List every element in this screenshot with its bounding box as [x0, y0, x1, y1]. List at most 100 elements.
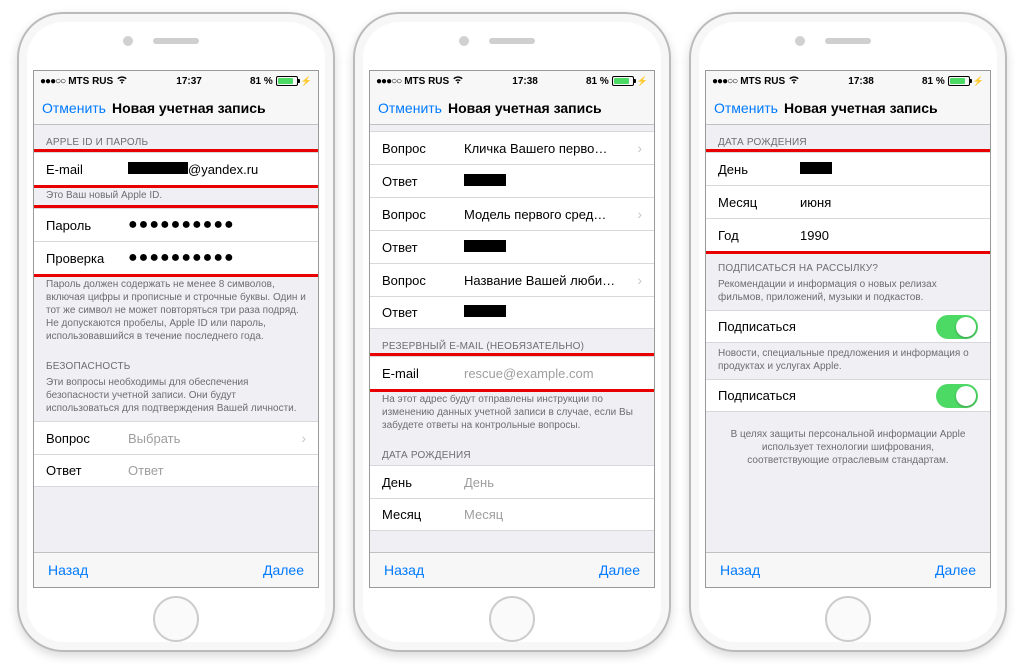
day-cell[interactable]: День День [370, 465, 654, 498]
chevron-right-icon: › [637, 206, 642, 222]
nav-bar: Отменить Новая учетная запись [370, 91, 654, 125]
camera-dot [795, 36, 805, 46]
phone-mockup-1: ●●●○○ MTS RUS 17:37 81 % ⚡ Отменить Нова… [17, 12, 335, 652]
carrier: MTS RUS [68, 76, 113, 87]
year-cell[interactable]: Год 1990 [706, 218, 990, 251]
battery-pct: 81 % [250, 76, 273, 87]
back-button[interactable]: Назад [720, 562, 760, 578]
section-appleid: APPLE ID И ПАРОЛЬ [34, 125, 318, 152]
footer-bar: Назад Далее [706, 552, 990, 587]
answer-label: Ответ [46, 463, 128, 478]
question3-cell[interactable]: Вопрос Название Вашей люби… › [370, 263, 654, 296]
nav-bar: Отменить Новая учетная запись [706, 91, 990, 125]
charging-icon: ⚡ [637, 76, 648, 87]
cancel-button[interactable]: Отменить [378, 100, 442, 116]
cancel-button[interactable]: Отменить [42, 100, 106, 116]
battery-pct: 81 % [586, 76, 609, 87]
subscribe-2-cell: Подписаться [706, 379, 990, 412]
cancel-button[interactable]: Отменить [714, 100, 778, 116]
signal-icon: ●●●○○ [712, 76, 737, 87]
privacy-footer: В целях защиты персональной информации A… [706, 412, 990, 483]
charging-icon: ⚡ [301, 76, 312, 87]
section-subscribe: ПОДПИСАТЬСЯ НА РАССЫЛКУ? [706, 251, 990, 278]
charging-icon: ⚡ [973, 76, 984, 87]
section-dob: ДАТА РОЖДЕНИЯ [706, 125, 990, 152]
day-cell[interactable]: День [706, 152, 990, 185]
home-button[interactable] [153, 596, 199, 642]
password-cell[interactable]: Пароль ●●●●●●●●●● [34, 208, 318, 241]
answer1-cell[interactable]: Ответ [370, 164, 654, 197]
camera-dot [459, 36, 469, 46]
chevron-right-icon: › [637, 272, 642, 288]
home-button[interactable] [825, 596, 871, 642]
content: APPLE ID И ПАРОЛЬ E-mail @yandex.ru Это … [34, 125, 318, 552]
screen-3: ●●●○○ MTS RUS 17:38 81 % ⚡ Отменить Нова… [705, 70, 991, 588]
footer-bar: Назад Далее [370, 552, 654, 587]
wifi-icon [452, 75, 464, 87]
month-cell[interactable]: Месяц июня [706, 185, 990, 218]
status-bar: ●●●○○ MTS RUS 17:38 81 % ⚡ [370, 71, 654, 91]
section-security: БЕЗОПАСНОСТЬ [34, 349, 318, 376]
appleid-footer: Это Ваш новый Apple ID. [34, 185, 318, 208]
password-footer: Пароль должен содержать не менее 8 симво… [34, 274, 318, 349]
rescue-email-cell[interactable]: E-mail rescue@example.com [370, 356, 654, 389]
wifi-icon [788, 75, 800, 87]
status-bar: ●●●○○ MTS RUS 17:37 81 % ⚡ [34, 71, 318, 91]
camera-dot [123, 36, 133, 46]
carrier: MTS RUS [404, 76, 449, 87]
signal-icon: ●●●○○ [40, 76, 65, 87]
speaker [489, 38, 535, 44]
time: 17:37 [176, 76, 202, 87]
wifi-icon [116, 75, 128, 87]
time: 17:38 [512, 76, 538, 87]
content: ДАТА РОЖДЕНИЯ День Месяц июня Год 1990 П… [706, 125, 990, 552]
phone-mockup-2: ●●●○○ MTS RUS 17:38 81 % ⚡ Отменить Нова… [353, 12, 671, 652]
speaker [825, 38, 871, 44]
screen-2: ●●●○○ MTS RUS 17:38 81 % ⚡ Отменить Нова… [369, 70, 655, 588]
home-button[interactable] [489, 596, 535, 642]
next-button[interactable]: Далее [935, 562, 976, 578]
sub-footer2: Новости, специальные предложения и инфор… [706, 343, 990, 379]
screen-1: ●●●○○ MTS RUS 17:37 81 % ⚡ Отменить Нова… [33, 70, 319, 588]
battery-icon [948, 76, 970, 86]
subscribe-1-cell: Подписаться [706, 310, 990, 343]
status-bar: ●●●○○ MTS RUS 17:38 81 % ⚡ [706, 71, 990, 91]
nav-bar: Отменить Новая учетная запись [34, 91, 318, 125]
email-value: @yandex.ru [128, 162, 306, 177]
email-label: E-mail [46, 162, 128, 177]
email-cell[interactable]: E-mail @yandex.ru [34, 152, 318, 185]
phone-mockup-3: ●●●○○ MTS RUS 17:38 81 % ⚡ Отменить Нова… [689, 12, 1007, 652]
answer2-cell[interactable]: Ответ [370, 230, 654, 263]
security-footer: Эти вопросы необходимы для обеспечения б… [34, 376, 318, 421]
battery-pct: 81 % [922, 76, 945, 87]
verify-value: ●●●●●●●●●● [128, 250, 306, 266]
question1-cell[interactable]: Вопрос Кличка Вашего перво… › [370, 131, 654, 164]
back-button[interactable]: Назад [384, 562, 424, 578]
section-dob: ДАТА РОЖДЕНИЯ [370, 438, 654, 465]
subscribe-toggle-1[interactable] [936, 315, 978, 339]
password-value: ●●●●●●●●●● [128, 217, 306, 233]
chevron-right-icon: › [301, 430, 306, 446]
password-label: Пароль [46, 218, 128, 233]
content: Вопрос Кличка Вашего перво… › Ответ Вопр… [370, 125, 654, 552]
verify-label: Проверка [46, 251, 128, 266]
battery-icon [276, 76, 298, 86]
subscribe-toggle-2[interactable] [936, 384, 978, 408]
answer3-cell[interactable]: Ответ [370, 296, 654, 329]
answer-ph: Ответ [128, 463, 306, 478]
page-title: Новая учетная запись [448, 100, 602, 116]
verify-cell[interactable]: Проверка ●●●●●●●●●● [34, 241, 318, 274]
answer-cell[interactable]: Ответ Ответ [34, 454, 318, 487]
back-button[interactable]: Назад [48, 562, 88, 578]
next-button[interactable]: Далее [599, 562, 640, 578]
carrier: MTS RUS [740, 76, 785, 87]
next-button[interactable]: Далее [263, 562, 304, 578]
question-ph: Выбрать [128, 431, 297, 446]
signal-icon: ●●●○○ [376, 76, 401, 87]
question-cell[interactable]: Вопрос Выбрать › [34, 421, 318, 454]
question2-cell[interactable]: Вопрос Модель первого сред… › [370, 197, 654, 230]
section-rescue: РЕЗЕРВНЫЙ E-MAIL (НЕОБЯЗАТЕЛЬНО) [370, 329, 654, 356]
month-cell[interactable]: Месяц Месяц [370, 498, 654, 531]
page-title: Новая учетная запись [784, 100, 938, 116]
sub-footer1: Рекомендации и информация о новых релиза… [706, 278, 990, 310]
